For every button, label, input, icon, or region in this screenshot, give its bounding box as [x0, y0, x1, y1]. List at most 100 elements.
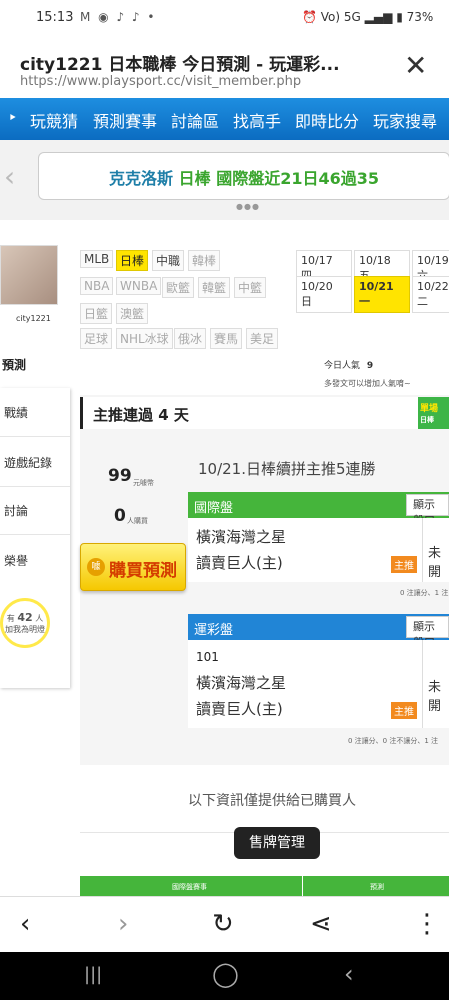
league-soccer[interactable]: 足球	[80, 328, 113, 349]
show-odds-button[interactable]: 顯示盤口	[406, 494, 449, 527]
badge-subtext: 日棒	[420, 416, 434, 424]
league-sbl[interactable]: 中籃	[234, 277, 267, 298]
card-header-lottery: 運彩盤 顯示盤口	[188, 614, 449, 649]
date-10-20[interactable]: 10/20 日	[296, 276, 352, 313]
reload-icon[interactable]: ↻	[212, 909, 234, 939]
menu-item-discussion[interactable]: 討論	[4, 502, 28, 519]
section-title: 主推連過 4 天	[80, 397, 423, 429]
banner-record: 國際盤近21日46過35	[216, 169, 379, 188]
buyer-count: 0	[114, 506, 126, 526]
nav-item-experts[interactable]: 找高手	[233, 108, 281, 132]
card-header-title: 國際盤	[194, 501, 234, 516]
divider	[422, 518, 423, 582]
avatar[interactable]	[0, 245, 58, 305]
league-kbl[interactable]: 韓籃	[198, 277, 231, 298]
helpers-count-line: 有 42 人	[3, 611, 47, 624]
league-nhl[interactable]: NHL冰球	[116, 328, 173, 349]
show-odds-button[interactable]: 顯示盤口	[406, 616, 449, 649]
main-pick-badge: 主推	[391, 556, 417, 573]
game-status: 未開	[428, 546, 442, 580]
popularity-hint: 多發文可以增加人氣唷~	[324, 379, 411, 388]
badge-text: 單場	[420, 404, 439, 414]
divider	[302, 876, 303, 896]
buy-prediction-label: 購買預測	[109, 561, 177, 581]
date-10-22[interactable]: 10/22 二	[412, 276, 449, 313]
nav-item-live-scores[interactable]: 即時比分	[295, 108, 359, 132]
clock: 15:13	[36, 10, 74, 25]
league-euro-basketball[interactable]: 歐籃	[162, 277, 195, 298]
main-pick-badge: 主推	[391, 702, 417, 719]
price-unit: 元噱幣	[133, 479, 154, 487]
more-options-icon[interactable]: ⋮	[414, 909, 440, 939]
buyer-unit: 人購買	[127, 517, 148, 525]
helpers-text: 加我為明燈	[5, 625, 45, 634]
league-nbl[interactable]: 澳籃	[116, 303, 149, 324]
league-mlb[interactable]: MLB	[80, 250, 114, 268]
helpers-prefix: 有	[6, 614, 15, 623]
price: 99	[108, 466, 132, 486]
date-10-21[interactable]: 10/21 一	[354, 276, 410, 313]
league-wnba[interactable]: WNBA	[116, 277, 162, 295]
home-icon[interactable]: ◯	[212, 960, 239, 988]
battery-icon: ▮	[396, 10, 403, 24]
network-label: Vo) 5G	[320, 10, 361, 24]
popularity: 今日人氣 9	[324, 358, 373, 371]
banner-text: 克克洛斯 日棒 國際盤近21日46過35	[39, 165, 449, 189]
coin-icon: 噱	[87, 558, 105, 576]
recent-apps-icon[interactable]: |||	[84, 964, 102, 985]
divider	[0, 486, 70, 487]
system-back-icon[interactable]: ‹	[344, 960, 354, 988]
menu-item-honors[interactable]: 榮譽	[4, 552, 28, 569]
carousel-dots: ●●●	[236, 202, 260, 211]
nav-item-player-search[interactable]: 玩家搜尋	[373, 108, 437, 132]
username: city1221	[16, 314, 51, 323]
league-horse-racing[interactable]: 賽馬	[210, 328, 243, 349]
section-title-text: 主推連過 4 天	[93, 406, 189, 424]
league-khl[interactable]: 俄冰	[174, 328, 207, 349]
menu-item-game-log[interactable]: 遊戲紀錄	[4, 454, 52, 471]
buy-prediction-button[interactable]: 噱 購買預測	[80, 543, 186, 591]
card-header-title: 運彩盤	[194, 623, 234, 638]
popularity-label: 今日人氣	[324, 361, 361, 371]
away-team: 橫濱海灣之星	[196, 528, 287, 546]
league-nfl[interactable]: 美足	[246, 328, 279, 349]
close-icon[interactable]: ✕	[404, 52, 427, 80]
status-bar: 15:13 M ◉ ♪ ♪ • ⏰ Vo) 5G ▂▄▆ ▮ 73%	[0, 0, 449, 38]
single-game-badge: 單場 日棒	[418, 397, 449, 429]
page-title: city1221 日本職棒 今日預測 - 玩運彩...	[20, 55, 340, 75]
nav-item-predictions[interactable]: 預測賽事	[93, 108, 157, 132]
tab-predictions[interactable]: 預測	[0, 352, 72, 378]
record-banner[interactable]: 克克洛斯 日棒 國際盤近21日46過35	[38, 152, 449, 200]
custom-tab-toolbar: city1221 日本職棒 今日預測 - 玩運彩... https://www.…	[0, 38, 449, 98]
column-header-games: 國際盤賽事	[172, 883, 207, 891]
sell-management-button[interactable]: 售牌管理	[234, 827, 320, 859]
league-cpbl[interactable]: 中職	[152, 250, 185, 271]
system-status: ⏰ Vo) 5G ▂▄▆ ▮ 73%	[302, 10, 433, 24]
card-header-intl: 國際盤 顯示盤口	[188, 492, 449, 527]
tab-predictions-label: 預測	[2, 358, 27, 372]
league-nba[interactable]: NBA	[80, 277, 114, 295]
share-icon[interactable]: ⋖	[310, 909, 332, 939]
banner-prev-icon[interactable]: ‹	[4, 160, 15, 193]
league-npb[interactable]: 日棒	[116, 250, 149, 271]
helpers-suffix: 人	[35, 614, 44, 623]
home-team: 讀賣巨人(主)	[196, 700, 283, 718]
column-header-prediction: 預測	[370, 883, 384, 891]
notification-icons: M ◉ ♪ ♪ •	[80, 10, 157, 24]
browser-toolbar: ‹ › ↻ ⋖ ⋮	[0, 896, 449, 953]
system-navigation-bar: ||| ◯ ‹	[0, 952, 449, 1000]
nav-item-play[interactable]: 玩競猜	[30, 108, 78, 132]
league-kbo[interactable]: 韓棒	[188, 250, 221, 271]
game-card-intl: 橫濱海灣之星 讀賣巨人(主) 主推 未開	[188, 518, 449, 582]
lightbulb-helpers[interactable]: 有 42 人 加我為明燈	[0, 598, 50, 648]
league-b-league[interactable]: 日籃	[80, 303, 113, 324]
forward-icon[interactable]: ›	[118, 909, 128, 939]
nav-arrow-icon: ‣	[8, 108, 18, 127]
nav-item-forum[interactable]: 討論區	[171, 108, 219, 132]
site-nav: ‣ 玩競猜 預測賽事 討論區 找高手 即時比分 玩家搜尋	[0, 98, 449, 140]
page-url[interactable]: https://www.playsport.cc/visit_member.ph…	[20, 74, 301, 89]
back-icon[interactable]: ‹	[20, 909, 30, 939]
menu-item-record[interactable]: 戰績	[4, 404, 28, 421]
divider	[0, 436, 70, 437]
helpers-count: 42	[17, 611, 33, 624]
